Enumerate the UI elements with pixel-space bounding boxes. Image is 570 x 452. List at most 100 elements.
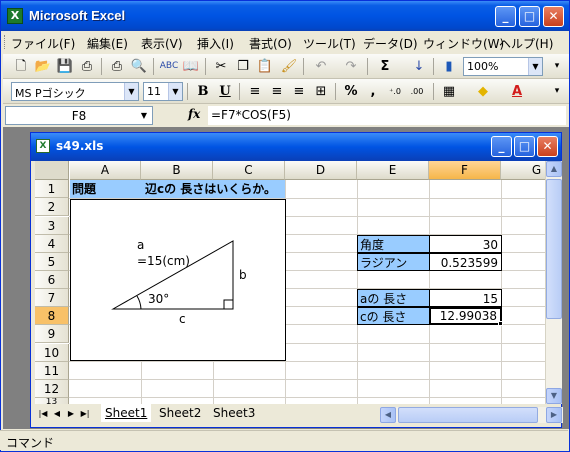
percent-style-button[interactable]: % [341,82,361,101]
close-button[interactable]: ✕ [543,6,564,27]
menu-help[interactable]: ヘルプ(H) [499,35,553,52]
zoom-combo[interactable]: 100% ▼ [463,57,543,76]
scroll-left-icon[interactable]: ◀ [380,407,396,423]
merge-center-icon[interactable]: ⊞ [311,82,331,101]
spelling-icon[interactable]: ABC [159,57,179,76]
underline-button[interactable]: U [215,82,235,101]
cell-e7[interactable]: aの 長さ [357,289,430,307]
tab-sheet3[interactable]: Sheet3 [209,404,259,422]
name-box[interactable]: F8 ▼ [5,106,153,125]
workbook-minimize-button[interactable]: _ [491,136,512,157]
cell-f4[interactable]: 30 [429,235,502,253]
permission-icon[interactable]: ⎙ [77,57,97,76]
row-header-3[interactable]: 3 [35,217,69,235]
row-header-4[interactable]: 4 [35,235,69,253]
comma-style-button[interactable]: , [363,82,383,101]
row-header-1[interactable]: 1 [35,180,69,198]
save-icon[interactable]: 💾 [55,57,75,76]
new-icon[interactable]: 🗋 [11,57,31,76]
menu-data[interactable]: データ(D) [363,35,418,52]
row-header-7[interactable]: 7 [35,289,69,307]
row-header-6[interactable]: 6 [35,271,69,289]
column-header-c[interactable]: C [213,161,285,180]
row-header-10[interactable]: 10 [35,344,69,362]
formula-input[interactable]: =F7*COS(F5) [208,106,566,125]
cut-icon[interactable]: ✂ [211,57,231,76]
cell-e5[interactable]: ラジアン [357,253,430,271]
decrease-decimal-button[interactable]: .00 [407,82,427,101]
vertical-scrollbar[interactable]: ▲ ▼ [545,161,562,404]
cell-f5[interactable]: 0.523599 [429,253,502,271]
autosum-icon[interactable]: Σ [375,57,395,76]
print-preview-icon[interactable]: 🔍 [129,57,149,76]
scroll-down-icon[interactable]: ▼ [546,388,562,404]
align-left-icon[interactable]: ≡ [245,82,265,101]
workbook-close-button[interactable]: ✕ [537,136,558,157]
font-color-icon[interactable]: A [507,82,527,101]
tab-sheet2[interactable]: Sheet2 [155,404,205,422]
menubar-grip[interactable] [4,35,6,49]
maximize-button[interactable]: □ [519,6,540,27]
row-header-2[interactable]: 2 [35,198,69,216]
paste-icon[interactable]: 📋 [255,57,275,76]
font-name-combo[interactable]: MS Pゴシック ▼ [11,82,139,101]
select-all-corner[interactable] [35,161,69,180]
undo-icon[interactable]: ↶ [311,57,331,76]
sort-ascending-icon[interactable]: ↓ [409,57,429,76]
increase-decimal-button[interactable]: ⁺.0 [385,82,405,101]
column-header-b[interactable]: B [141,161,213,180]
first-sheet-icon[interactable]: |◀ [37,407,49,421]
row-header-5[interactable]: 5 [35,253,69,271]
menu-insert[interactable]: 挿入(I) [197,35,234,52]
row-header-12[interactable]: 12 [35,380,69,398]
row-header-11[interactable]: 11 [35,362,69,380]
horizontal-scrollbar[interactable]: ◀ ▶ [380,407,563,423]
format-painter-icon[interactable]: 🖌 [279,57,299,76]
insert-function-icon[interactable]: fx [188,107,200,121]
menu-format[interactable]: 書式(O) [249,35,292,52]
align-right-icon[interactable]: ≡ [289,82,309,101]
column-header-e[interactable]: E [357,161,429,180]
toolbar-options-icon[interactable]: ▾ [547,82,567,101]
open-icon[interactable]: 📂 [33,57,53,76]
chevron-down-icon[interactable]: ▼ [168,83,182,100]
bold-button[interactable]: B [193,82,213,101]
scroll-up-icon[interactable]: ▲ [546,161,562,177]
align-center-icon[interactable]: ≡ [267,82,287,101]
column-header-a[interactable]: A [70,161,141,180]
menu-file[interactable]: ファイル(F) [11,35,75,52]
research-icon[interactable]: 📖 [181,57,201,76]
last-sheet-icon[interactable]: ▶| [79,407,91,421]
next-sheet-icon[interactable]: ▶ [65,407,77,421]
scroll-right-icon[interactable]: ▶ [546,407,562,423]
font-size-combo[interactable]: 11 ▼ [143,82,183,101]
tab-sheet1[interactable]: Sheet1 [101,404,152,422]
cell-f7[interactable]: 15 [429,289,502,307]
menu-edit[interactable]: 編集(E) [87,35,128,52]
cell-b1[interactable]: 辺cの 長さはいくらか。 [145,180,325,198]
workbook-icon[interactable]: X [36,139,50,153]
minimize-button[interactable]: _ [495,6,516,27]
menu-view[interactable]: 表示(V) [141,35,183,52]
fill-color-icon[interactable]: ◆ [473,82,493,101]
prev-sheet-icon[interactable]: ◀ [51,407,63,421]
cell-e8[interactable]: cの 長さ [357,307,430,325]
column-header-d[interactable]: D [285,161,357,180]
cell-f8-selected[interactable]: 12.99038 [429,307,502,325]
menu-tools[interactable]: ツール(T) [303,35,356,52]
vertical-scroll-thumb[interactable] [546,179,562,319]
copy-icon[interactable]: ❐ [233,57,253,76]
borders-icon[interactable]: ▦ [439,82,459,101]
row-header-9[interactable]: 9 [35,325,69,343]
chevron-down-icon[interactable]: ▼ [528,58,542,75]
fill-handle[interactable] [498,321,503,326]
redo-icon[interactable]: ↷ [341,57,361,76]
chevron-down-icon[interactable]: ▼ [124,83,138,100]
row-header-8[interactable]: 8 [35,307,69,325]
menu-window[interactable]: ウィンドウ(W) [423,35,504,52]
cell-e4[interactable]: 角度 [357,235,430,253]
chevron-down-icon[interactable]: ▼ [138,107,150,124]
print-icon[interactable]: ⎙ [107,57,127,76]
triangle-diagram[interactable]: a =15(cm) b c 30° [70,199,286,361]
excel-app-icon[interactable]: X [7,8,23,24]
